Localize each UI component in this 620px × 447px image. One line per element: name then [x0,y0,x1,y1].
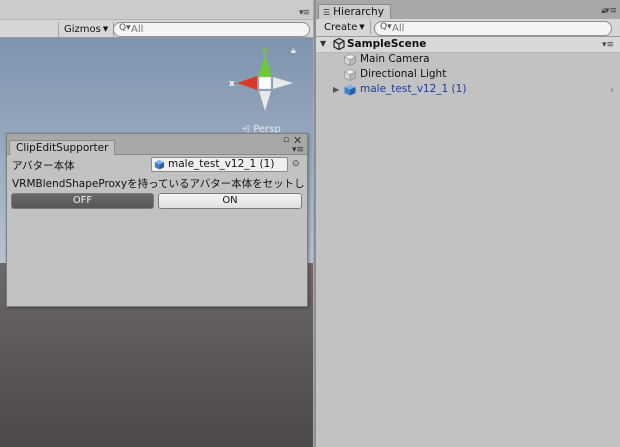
toggle-row: OFF ON [7,192,307,212]
maximize-icon[interactable]: ▫ [283,135,289,145]
window-body: アバター本体 male_test_v12_1 (1) ⊙ VRMBlendSha… [7,155,307,212]
gizmo-neg-y-cone [259,91,271,111]
object-picker-icon[interactable]: ⊙ [292,159,300,169]
message-row: VRMBlendShapeProxyを持っているアバター本体をセットし [7,174,307,192]
hierarchy-tabbar: ☰ Hierarchy 🔒︎ ▾≡ [316,0,620,19]
dropdown-arrow-icon: ▼ [359,23,365,31]
window-menu-icon[interactable]: ▾≡ [292,145,304,155]
avatar-label: アバター本体 [12,160,75,172]
scene-header-row[interactable]: ▼ SampleScene ▾≡ [316,37,620,53]
gizmo-y-cone [258,55,272,77]
gameobject-icon [344,69,356,81]
gizmo-x-label: x [229,79,235,89]
help-message: VRMBlendShapeProxyを持っているアバター本体をセットし [12,178,304,190]
gameobject-icon [344,54,356,66]
search-icon: Q▾ [380,22,392,32]
off-button[interactable]: OFF [11,193,154,209]
unity-scene-icon [333,38,345,50]
hierarchy-search-input[interactable] [392,22,606,35]
scene-search-field[interactable]: Q▾ [113,22,310,37]
avatar-row: アバター本体 male_test_v12_1 (1) ⊙ [7,156,307,174]
hierarchy-item-directional-light[interactable]: Directional Light [316,68,620,83]
scene-toolbar-bar: Gizmos ▼ Q▾ [0,19,313,38]
scene-tab-menu-icon[interactable]: ▾≡ [299,8,310,18]
hierarchy-item-main-camera[interactable]: Main Camera [316,53,620,68]
hierarchy-search-field[interactable]: Q▾ [374,21,612,36]
prefab-cube-icon [154,159,165,170]
on-button[interactable]: ON [158,193,302,209]
hierarchy-toolbar: Create ▼ Q▾ [316,19,620,37]
hierarchy-item-male-test[interactable]: ▶ male_test_v12_1 (1) › [316,83,620,98]
item-label: male_test_v12_1 (1) [360,83,467,95]
avatar-value: male_test_v12_1 (1) [168,158,275,170]
expand-triangle-icon[interactable]: ▼ [320,39,326,48]
hierarchy-panel: ☰Hierarchy 🔒︎ ▾≡ Create▼ Q▾ ▼ SampleScen… [316,0,620,447]
gizmo-center-cube [258,76,272,90]
chevron-right-icon[interactable]: › [610,83,614,96]
expand-arrow-icon[interactable]: ▶ [333,85,339,94]
tab-label: ClipEditSupporter [16,142,109,154]
item-label: Main Camera [360,53,430,65]
scene-name: SampleScene [347,38,427,50]
item-label: Directional Light [360,68,447,80]
hierarchy-tab-label: Hierarchy [333,6,384,18]
gizmo-y-label: y [262,46,268,56]
tab-clip-edit-supporter[interactable]: ClipEditSupporter [9,140,116,155]
hierarchy-menu-icon[interactable]: ▾≡ [605,6,617,16]
avatar-object-field[interactable]: male_test_v12_1 (1) [151,157,288,172]
list-icon: ☰ [323,8,331,17]
gizmos-dropdown[interactable]: Gizmos ▼ [58,22,115,37]
scene-toolbar: ▾≡ Gizmos ▼ Q▾ [0,0,313,38]
scene-menu-icon[interactable]: ▾≡ [602,40,614,50]
clip-edit-supporter-window: ClipEditSupporter ▫ ✕ ▾≡ アバター本体 male_tes… [6,133,308,307]
scene-view[interactable]: ▾≡ Gizmos▼ Q▾ 🔒︎ y x ⩤ Persp [0,0,313,447]
window-titlebar[interactable]: ClipEditSupporter ▫ ✕ ▾≡ [7,134,307,155]
tab-hierarchy[interactable]: ☰ Hierarchy [318,4,391,19]
scene-search-input[interactable] [131,23,304,36]
gizmo-x-cone [237,76,257,90]
search-icon: Q▾ [119,23,131,33]
dropdown-arrow-icon: ▼ [102,25,109,33]
create-dropdown[interactable]: Create ▼ [319,20,371,35]
create-label: Create [324,22,358,33]
gizmo-neg-x-cone [273,77,293,89]
prefab-cube-icon [344,84,356,96]
gizmos-label: Gizmos [64,24,101,35]
orientation-gizmo[interactable]: y x [225,45,305,120]
